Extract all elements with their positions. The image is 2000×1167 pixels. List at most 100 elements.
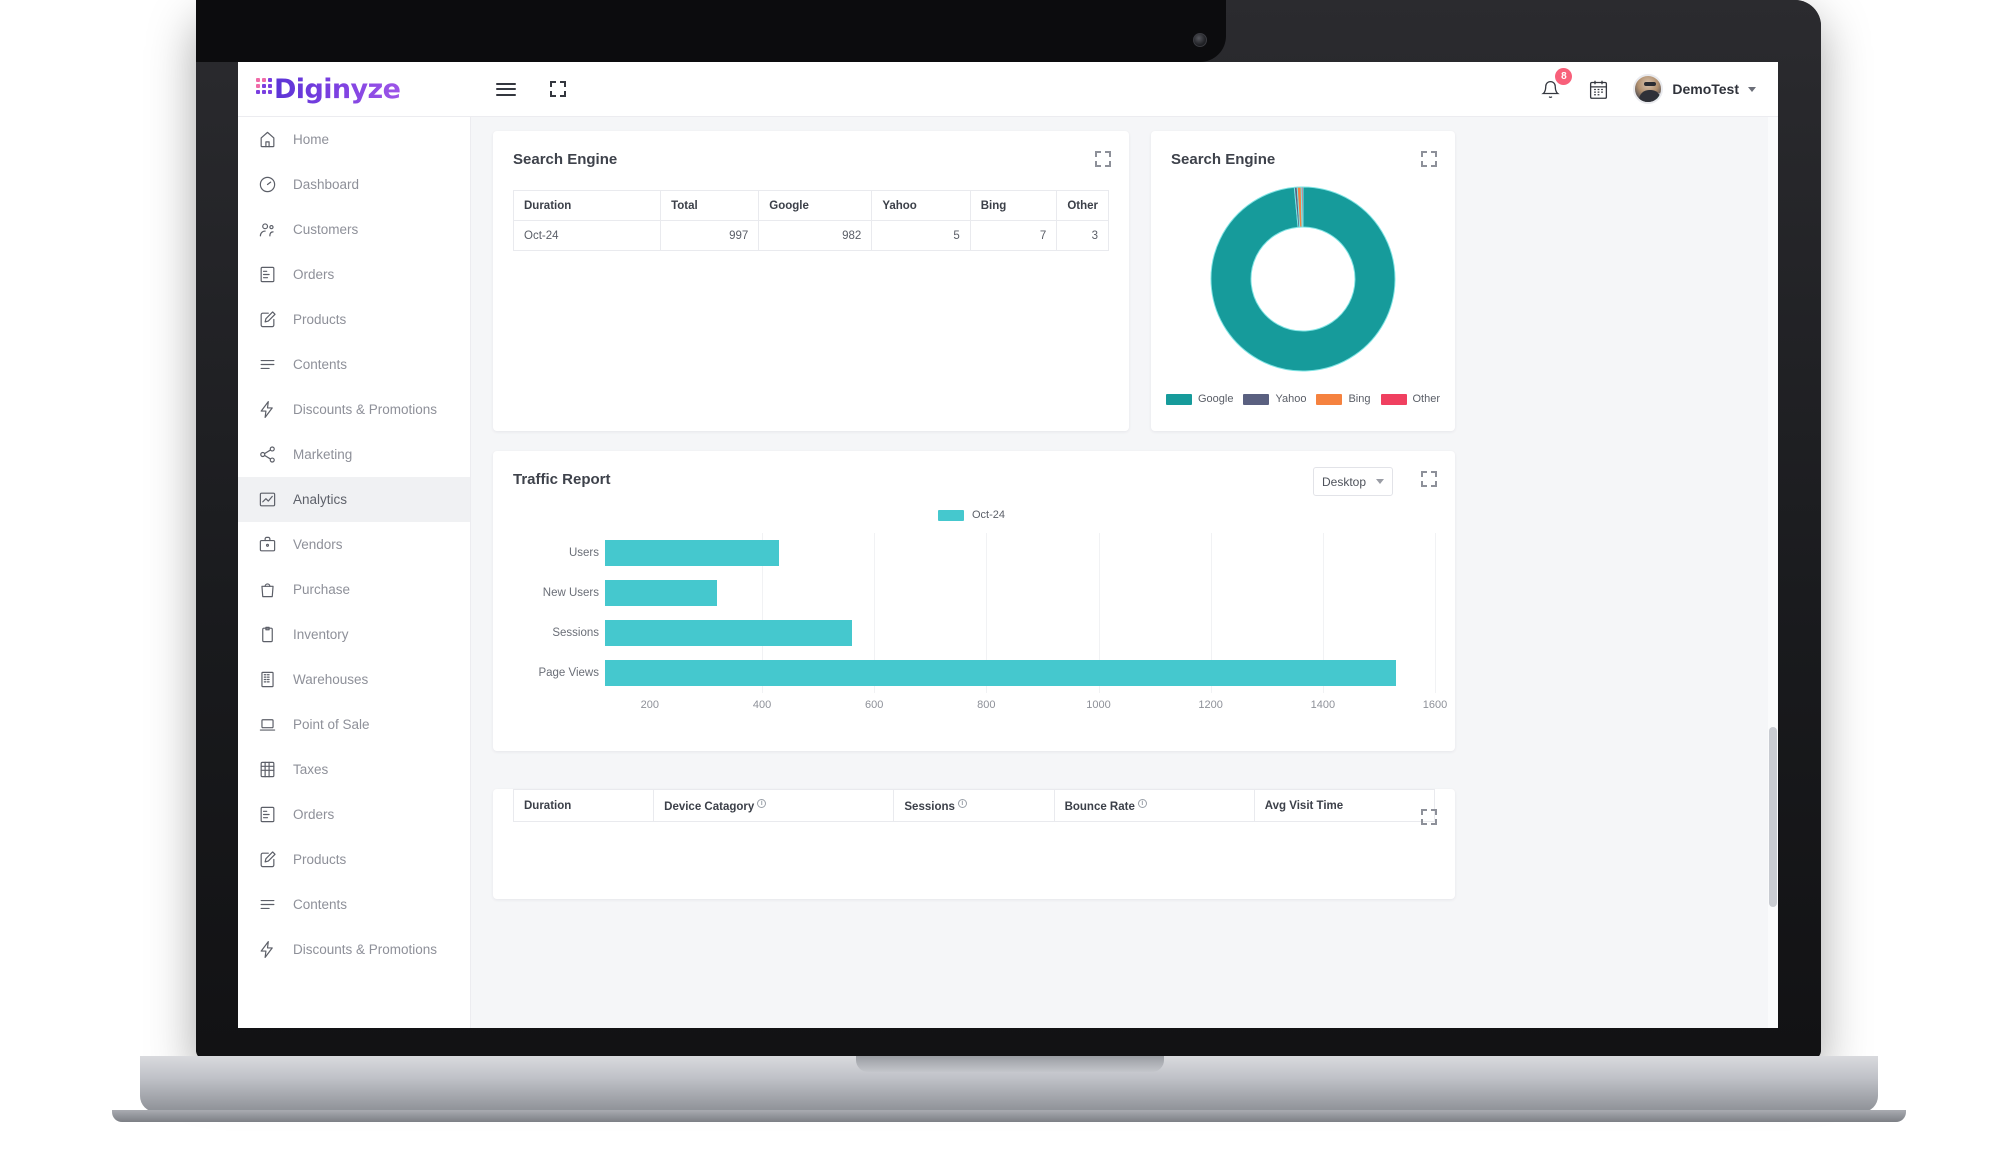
card-title-search-engine-donut: Search Engine <box>1171 151 1276 168</box>
bar-users[interactable] <box>605 540 779 566</box>
device-filter-select[interactable]: Desktop <box>1313 467 1393 496</box>
category-label-page-views: Page Views <box>538 667 599 679</box>
vertical-scrollbar-track[interactable] <box>1768 117 1778 1028</box>
info-icon[interactable]: i <box>1137 798 1147 808</box>
sidebar-item-label: Purchase <box>293 582 351 597</box>
contents-lines-icon <box>258 895 277 914</box>
sidebar-item-customers[interactable]: Customers <box>238 207 470 252</box>
legend-item-other[interactable]: Other <box>1380 393 1441 405</box>
column-label: Duration <box>524 799 572 812</box>
user-menu[interactable]: DemoTest <box>1633 74 1756 104</box>
sidebar-item-label: Orders <box>293 267 335 282</box>
sidebar-item-analytics[interactable]: Analytics <box>238 477 470 522</box>
x-axis-tick-label: 1600 <box>1422 699 1448 711</box>
traffic-report-legend: Oct-24 <box>938 509 1005 521</box>
expand-card-icon-search-engine-donut[interactable] <box>1421 151 1437 167</box>
column-label: Bounce Rate <box>1064 800 1135 813</box>
sidebar-item-orders[interactable]: Orders <box>238 252 470 297</box>
vertical-scrollbar-thumb[interactable] <box>1769 727 1777 907</box>
legend-label-yahoo: Yahoo <box>1275 393 1307 405</box>
x-axis-tick-label: 1400 <box>1310 699 1336 711</box>
sidebar-item-discounts-promotions[interactable]: Discounts & Promotions <box>238 387 470 432</box>
sidebar-item-taxes[interactable]: Taxes <box>238 747 470 792</box>
calendar-icon[interactable] <box>1585 76 1611 102</box>
expand-card-icon-traffic-report[interactable] <box>1421 471 1437 487</box>
chart-x-axis: 200 400 600 800 1000 1200 1400 1600 <box>605 699 1448 721</box>
logo-dots-icon <box>256 78 272 94</box>
table-header-row: Duration Total Google Yahoo Bing Other <box>512 190 1109 221</box>
notification-bell-icon[interactable]: 8 <box>1537 68 1573 102</box>
expand-card-icon-device-table[interactable] <box>1421 809 1437 825</box>
device-category-table: Duration Device Catagory i Sessions i Bounce … <box>512 789 1436 822</box>
donut-legend: Google Yahoo Bing Other <box>1151 393 1455 405</box>
orders-clipboard-icon <box>258 265 277 284</box>
analytics-chart-icon <box>258 490 277 509</box>
info-icon[interactable]: i <box>757 798 767 808</box>
legend-item-bing[interactable]: Bing <box>1316 393 1371 405</box>
avatar <box>1633 74 1664 104</box>
col-total: Total <box>660 190 760 221</box>
col-device-catagory: Device Catagory i <box>653 789 895 822</box>
sidebar-item-label: Discounts & Promotions <box>293 402 438 417</box>
sidebar-item-orders[interactable]: Orders <box>238 792 470 837</box>
bar-sessions[interactable] <box>605 620 852 646</box>
sidebar-item-products[interactable]: Products <box>238 837 470 882</box>
brand-logo[interactable]: Diginyze <box>238 74 471 105</box>
top-cards-row: Search Engine Duration Total Google Yaho… <box>493 131 1756 431</box>
marketing-share-icon <box>258 445 277 464</box>
sidebar-item-discounts-promotions[interactable]: Discounts & Promotions <box>238 927 470 972</box>
device-category-table-card: Duration Device Catagory i Sessions i Bounce … <box>493 789 1455 899</box>
sidebar-item-vendors[interactable]: Vendors <box>238 522 470 567</box>
legend-label-other: Other <box>1412 393 1441 405</box>
sidebar-item-contents[interactable]: Contents <box>238 882 470 927</box>
sidebar-item-label: Contents <box>293 357 348 372</box>
purchase-bag-icon <box>258 580 277 599</box>
sidebar-item-products[interactable]: Products <box>238 297 470 342</box>
sidebar-item-label: Warehouses <box>293 672 369 687</box>
traffic-report-card: Traffic Report Desktop Oct-24 Users New U… <box>493 451 1455 751</box>
hamburger-icon[interactable] <box>493 76 519 102</box>
sidebar-item-inventory[interactable]: Inventory <box>238 612 470 657</box>
column-label: Sessions <box>904 800 955 813</box>
sidebar-item-home[interactable]: Home <box>238 117 470 162</box>
expand-card-icon-search-engine-table[interactable] <box>1095 151 1111 167</box>
discounts-bolt-icon <box>258 940 277 959</box>
sidebar-item-label: Orders <box>293 807 335 822</box>
legend-item-google[interactable]: Google <box>1165 393 1233 405</box>
topbar-icon-group <box>493 76 571 102</box>
info-icon[interactable]: i <box>957 798 967 808</box>
sidebar-item-dashboard[interactable]: Dashboard <box>238 162 470 207</box>
sidebar-item-contents[interactable]: Contents <box>238 342 470 387</box>
legend-swatch-other <box>1380 393 1407 405</box>
legend-label-bing: Bing <box>1348 393 1371 405</box>
bar-new-users[interactable] <box>605 580 718 606</box>
sidebar-item-marketing[interactable]: Marketing <box>238 432 470 477</box>
x-axis-tick-label: 1200 <box>1198 699 1223 711</box>
col-sessions: Sessions i <box>893 789 1055 822</box>
donut-slice-other[interactable] <box>1300 186 1304 228</box>
column-label: Avg Visit Time <box>1264 799 1344 812</box>
chevron-down-icon <box>1748 86 1756 92</box>
col-bounce-rate: Bounce Rate i <box>1053 789 1255 822</box>
cell-google: 982 <box>758 220 873 251</box>
category-label-sessions: Sessions <box>552 627 599 639</box>
sidebar-item-label: Analytics <box>293 492 348 507</box>
bar-page-views[interactable] <box>605 660 1396 686</box>
user-name-label: DemoTest <box>1672 81 1739 97</box>
sidebar-navigation[interactable]: Home Dashboard Customers Orders Products Cont… <box>238 117 471 1028</box>
fullscreen-expand-icon[interactable] <box>545 76 571 102</box>
sidebar-item-warehouses[interactable]: Warehouses <box>238 657 470 702</box>
topbar-right-group: 8 DemoTest <box>1537 68 1778 104</box>
sidebar-item-label: Taxes <box>293 762 329 777</box>
sidebar-item-label: Products <box>293 852 347 867</box>
legend-item-yahoo[interactable]: Yahoo <box>1243 393 1306 405</box>
card-title-traffic-report: Traffic Report <box>513 471 611 488</box>
top-navigation-bar: Diginyze 8 DemoTest <box>238 62 1778 117</box>
search-engine-donut-card: Search Engine Google Yahoo Bing Other <box>1151 131 1455 431</box>
chevron-down-icon <box>1376 479 1384 484</box>
x-axis-tick-label: 200 <box>640 699 660 711</box>
sidebar-item-point-of-sale[interactable]: Point of Sale <box>238 702 470 747</box>
sidebar-item-label: Inventory <box>293 627 349 642</box>
sidebar-item-purchase[interactable]: Purchase <box>238 567 470 612</box>
search-engine-table: Duration Total Google Yahoo Bing Other O… <box>512 190 1109 251</box>
